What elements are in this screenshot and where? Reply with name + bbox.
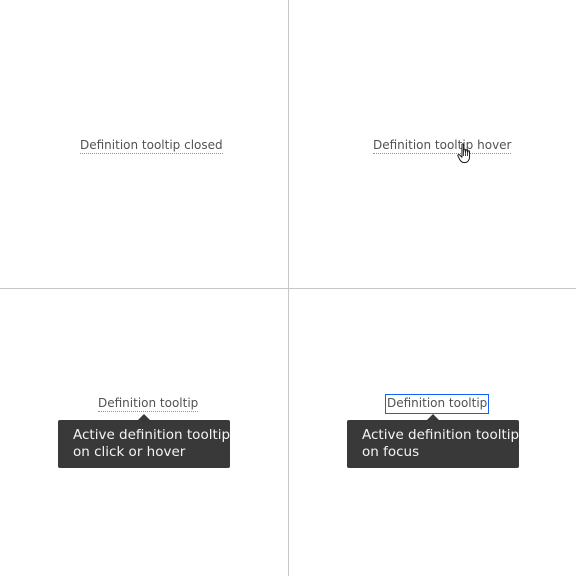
tooltip-caret	[138, 414, 150, 420]
definition-tooltip-popup-click: Active definition tooltip on click or ho…	[58, 414, 231, 468]
tooltip-caret	[427, 414, 439, 420]
tooltip-text-line-2: on focus	[362, 444, 420, 460]
definition-tooltip-active-trigger[interactable]: Definition tooltip	[98, 396, 199, 412]
definition-tooltip-hover-trigger[interactable]: Definition tooltip hover	[373, 138, 512, 154]
pointer-hand-icon	[457, 143, 471, 163]
tooltip-text-line-1: Active definition tooltip	[362, 427, 520, 443]
definition-tooltip-popup-focus: Active definition tooltip on focus	[347, 414, 520, 468]
tooltip-text-line-2: on click or hover	[73, 444, 186, 460]
tooltip-text-line-1: Active definition tooltip	[73, 427, 231, 443]
tooltip-states-grid: Definition tooltip closed Definition too…	[0, 0, 576, 576]
definition-tooltip-focused-trigger[interactable]: Definition tooltip	[384, 394, 490, 414]
horizontal-divider	[0, 288, 576, 289]
definition-tooltip-closed-trigger[interactable]: Definition tooltip closed	[80, 138, 223, 154]
